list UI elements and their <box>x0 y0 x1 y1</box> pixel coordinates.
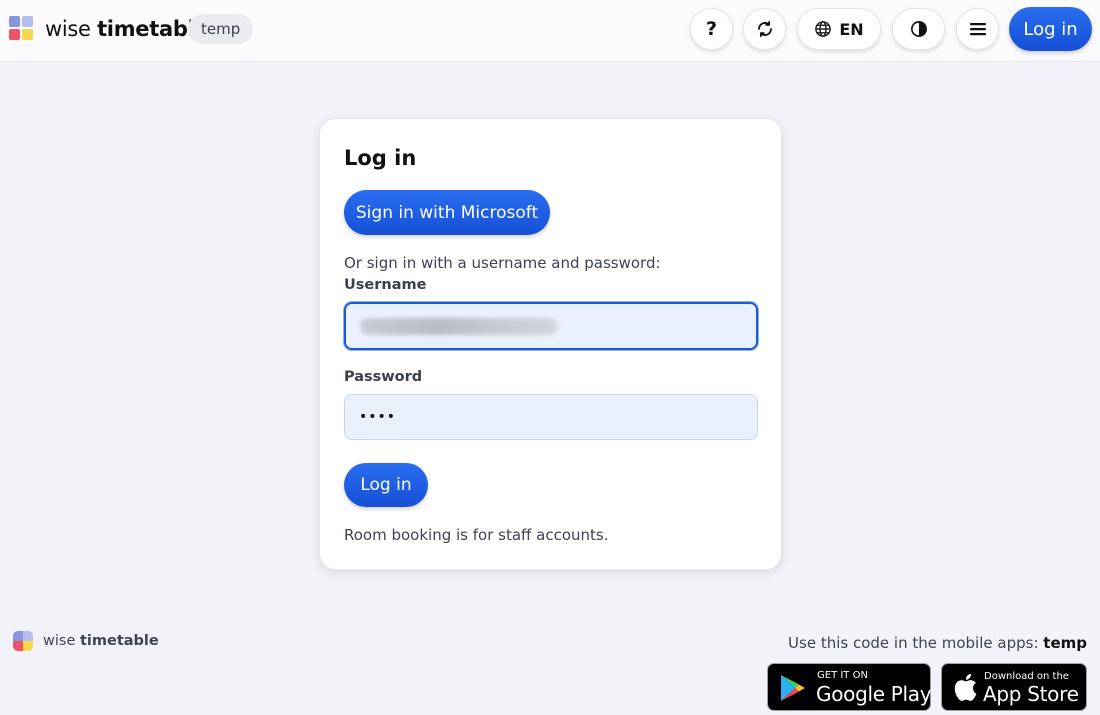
theme-toggle-button[interactable] <box>892 8 945 50</box>
header-login-button[interactable]: Log in <box>1009 7 1092 51</box>
username-input[interactable] <box>344 302 758 350</box>
username-label: Username <box>344 277 427 293</box>
password-input[interactable]: •••• <box>344 394 758 440</box>
google-play-badge[interactable]: GET IT ON Google Play <box>767 663 932 711</box>
brand-name[interactable]: wise timetable <box>45 17 209 41</box>
menu-button[interactable] <box>956 8 999 50</box>
mobile-code-value: temp <box>1043 634 1087 652</box>
login-card: Log in Sign in with Microsoft Or sign in… <box>319 118 782 570</box>
language-label: EN <box>839 19 864 39</box>
google-play-small-text: GET IT ON <box>817 670 868 681</box>
google-play-big-text: Google Play <box>816 682 932 706</box>
google-play-icon <box>781 675 805 701</box>
app-store-small-text: Download on the <box>984 671 1069 682</box>
footer-brand-light: wise <box>43 633 76 649</box>
sign-in-microsoft-button[interactable]: Sign in with Microsoft <box>344 190 550 235</box>
contrast-icon <box>910 21 927 37</box>
mobile-code-label: Use this code in the mobile apps: <box>788 634 1039 652</box>
app-store-badge[interactable]: Download on the App Store <box>941 663 1087 711</box>
redacted-username-value <box>360 318 558 335</box>
footer-brand-bold: timetable <box>79 633 159 649</box>
alt-login-text: Or sign in with a username and password: <box>344 254 661 272</box>
language-button[interactable]: EN <box>797 8 881 50</box>
sync-button[interactable] <box>743 8 786 50</box>
brand-name-light: wise <box>45 17 91 41</box>
login-title: Log in <box>344 146 417 170</box>
sync-icon <box>757 20 772 38</box>
school-code-chip: temp <box>188 14 254 44</box>
password-label: Password <box>344 369 423 385</box>
wise-timetable-logo-icon[interactable] <box>9 16 34 41</box>
help-icon: ? <box>705 18 718 40</box>
help-button[interactable]: ? <box>690 8 733 50</box>
mobile-code-text: Use this code in the mobile apps: temp <box>788 634 1087 652</box>
globe-icon <box>815 21 832 37</box>
top-bar: wise timetable temp ? EN Log in <box>0 0 1100 62</box>
footer-logo-icon <box>13 631 34 652</box>
app-store-big-text: App Store <box>983 682 1079 706</box>
login-submit-button[interactable]: Log in <box>344 463 428 507</box>
menu-icon <box>969 23 986 36</box>
footer-brand[interactable]: wise timetable <box>43 633 159 649</box>
staff-note: Room booking is for staff accounts. <box>344 526 609 544</box>
apple-icon <box>954 673 977 701</box>
